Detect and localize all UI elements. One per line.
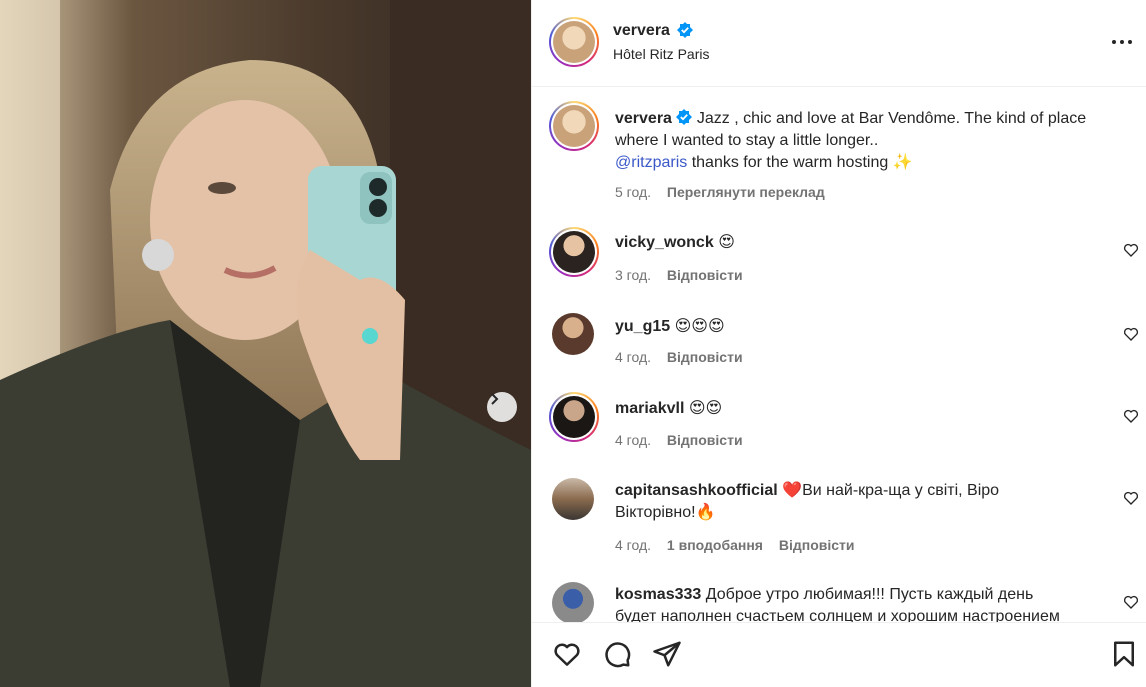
comment-text: capitansashkoofficial ❤️Ви най-кра-ща у … <box>615 480 1115 524</box>
comment-body-line-1: ❤️Ви най-кра-ща у світі, Віро <box>782 482 1000 499</box>
action-bar <box>532 622 1146 687</box>
share-icon[interactable] <box>652 639 682 669</box>
commenter-avatar[interactable] <box>552 582 594 622</box>
comment-body-line-2: Вікторівно!🔥 <box>615 504 716 521</box>
commenter-avatar[interactable] <box>549 227 599 277</box>
comment-username[interactable]: yu_g15 <box>615 318 670 335</box>
comment-username[interactable]: mariakvll <box>615 400 684 417</box>
more-options-icon[interactable] <box>1109 33 1135 51</box>
author-avatar[interactable] <box>549 17 599 67</box>
caption-text: ververa Jazz , chic and love at Bar Vend… <box>615 108 1135 174</box>
caption-mention[interactable]: @ritzparis <box>615 154 687 171</box>
comments-list[interactable]: ververa Jazz , chic and love at Bar Vend… <box>532 88 1146 622</box>
chevron-right-icon <box>491 393 499 405</box>
comment-time[interactable]: 4 год. <box>615 432 651 448</box>
comment-meta: 4 год. Відповісти <box>615 349 743 365</box>
comment-text: yu_g15 😍😍😍 <box>615 316 1115 338</box>
caption-time[interactable]: 5 год. <box>615 184 651 200</box>
post-header: ververa Hôtel Ritz Paris <box>532 0 1146 87</box>
comment-meta: 4 год. Відповісти <box>615 432 743 448</box>
comment-time[interactable]: 3 год. <box>615 267 651 283</box>
comment-icon[interactable] <box>602 639 632 669</box>
caption-line-1: Jazz , chic and love at Bar Vendôme. The… <box>696 110 1087 127</box>
heart-icon[interactable] <box>1123 490 1139 506</box>
author-avatar[interactable] <box>549 101 599 151</box>
translate-button[interactable]: Переглянути переклад <box>667 184 825 200</box>
reply-button[interactable]: Відповісти <box>667 432 743 448</box>
reply-button[interactable]: Відповісти <box>667 349 743 365</box>
verified-badge-icon <box>677 22 693 38</box>
caption-line-2: where I wanted to stay a little longer.. <box>615 132 879 149</box>
author-username[interactable]: ververa <box>613 22 670 40</box>
comment-meta: 4 год. 1 вподобання Відповісти <box>615 537 855 553</box>
comment-username[interactable]: vicky_wonck <box>615 234 714 251</box>
heart-icon[interactable] <box>1123 242 1139 258</box>
heart-icon[interactable] <box>552 639 582 669</box>
likes-count[interactable]: 1 вподобання <box>667 537 763 553</box>
post-location[interactable]: Hôtel Ritz Paris <box>613 46 709 62</box>
verified-badge-icon <box>676 109 693 125</box>
post-photo <box>0 0 531 687</box>
heart-icon[interactable] <box>1123 326 1139 342</box>
heart-icon[interactable] <box>1123 408 1139 424</box>
comment-body: 😍😍 <box>688 400 723 417</box>
commenter-avatar[interactable] <box>549 392 599 442</box>
commenter-avatar[interactable] <box>552 478 594 520</box>
comment-body-line-1: Доброе утро любимая!!! Пусть каждый день <box>705 586 1034 603</box>
comment-time[interactable]: 4 год. <box>615 349 651 365</box>
comment-body-line-2: будет наполнен счастьем солнцем и хороши… <box>615 608 1060 622</box>
commenter-avatar[interactable] <box>552 313 594 355</box>
caption-username[interactable]: ververa <box>615 110 672 127</box>
heart-icon[interactable] <box>1123 594 1139 610</box>
comment-username[interactable]: capitansashkoofficial <box>615 482 778 499</box>
comment-body: 😍😍😍 <box>674 318 725 335</box>
comment-username[interactable]: kosmas333 <box>615 586 701 603</box>
caption-meta: 5 год. Переглянути переклад <box>615 184 825 200</box>
comment-body: 😍 <box>718 234 735 251</box>
post-media[interactable] <box>0 0 531 687</box>
bookmark-icon[interactable] <box>1109 639 1139 669</box>
comment-meta: 3 год. Відповісти <box>615 267 743 283</box>
comment-text: kosmas333 Доброе утро любимая!!! Пусть к… <box>615 584 1115 622</box>
next-media-button[interactable] <box>487 392 517 422</box>
reply-button[interactable]: Відповісти <box>779 537 855 553</box>
post-panel: ververa Hôtel Ritz Paris ververa Jazz , … <box>531 0 1146 687</box>
comment-text: vicky_wonck 😍 <box>615 232 1115 254</box>
caption-line-3: thanks for the warm hosting ✨ <box>687 154 913 171</box>
reply-button[interactable]: Відповісти <box>667 267 743 283</box>
comment-text: mariakvll 😍😍 <box>615 398 1115 420</box>
comment-time[interactable]: 4 год. <box>615 537 651 553</box>
